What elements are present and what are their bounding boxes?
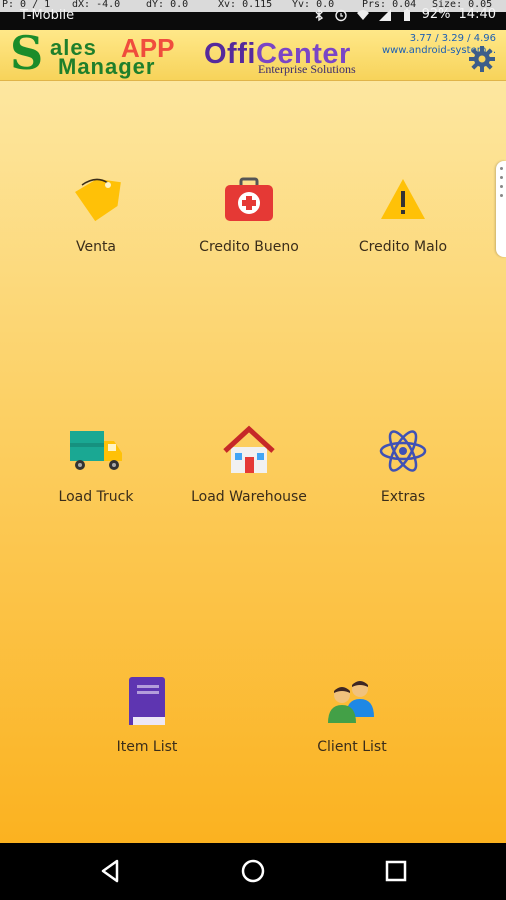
salesapp-manager-logo: S ales APP Manager — [10, 26, 175, 80]
bluetooth-icon — [315, 8, 323, 21]
main-menu: Venta Credito Bueno Credito Malo Load Tr… — [0, 81, 506, 843]
menu-item-list[interactable]: Item List — [72, 673, 222, 755]
wifi-icon — [356, 9, 369, 20]
signal-icon — [378, 8, 391, 21]
menu-extras[interactable]: Extras — [328, 423, 478, 505]
menu-load-warehouse[interactable]: Load Warehouse — [174, 423, 324, 505]
first-aid-kit-icon — [225, 177, 273, 221]
carrier-label: T-Mobile — [20, 8, 75, 23]
gear-icon[interactable] — [468, 45, 496, 73]
home-icon[interactable] — [238, 856, 268, 886]
book-icon — [129, 677, 165, 725]
users-icon — [328, 681, 374, 723]
alarm-icon — [334, 9, 347, 21]
battery-icon — [403, 8, 410, 21]
menu-venta[interactable]: Venta — [21, 173, 171, 255]
house-icon — [223, 425, 275, 473]
tagline: Enterprise Solutions — [258, 62, 356, 76]
clock: 14:40 — [458, 7, 496, 22]
back-icon[interactable] — [95, 856, 125, 886]
battery-percent: 92% — [421, 7, 451, 22]
atom-icon — [379, 430, 427, 472]
drawer-handle[interactable] — [496, 161, 506, 257]
status-bar: P: 0 / 1 dX: -4.0 dY: 0.0 Xv: 0.115 Yv: … — [0, 0, 506, 30]
menu-credito-malo[interactable]: Credito Malo — [328, 173, 478, 255]
warning-icon — [381, 179, 425, 219]
menu-client-list[interactable]: Client List — [277, 673, 427, 755]
truck-icon — [70, 431, 122, 470]
debug-xv: Xv: 0.115 — [218, 0, 273, 10]
recents-icon[interactable] — [381, 856, 411, 886]
menu-load-truck[interactable]: Load Truck — [21, 423, 171, 505]
debug-dy: dY: 0.0 — [146, 0, 189, 10]
tag-icon — [75, 178, 121, 222]
system-nav-bar — [0, 843, 506, 900]
debug-dx: dX: -4.0 — [72, 0, 121, 10]
menu-credito-bueno[interactable]: Credito Bueno — [174, 173, 324, 255]
